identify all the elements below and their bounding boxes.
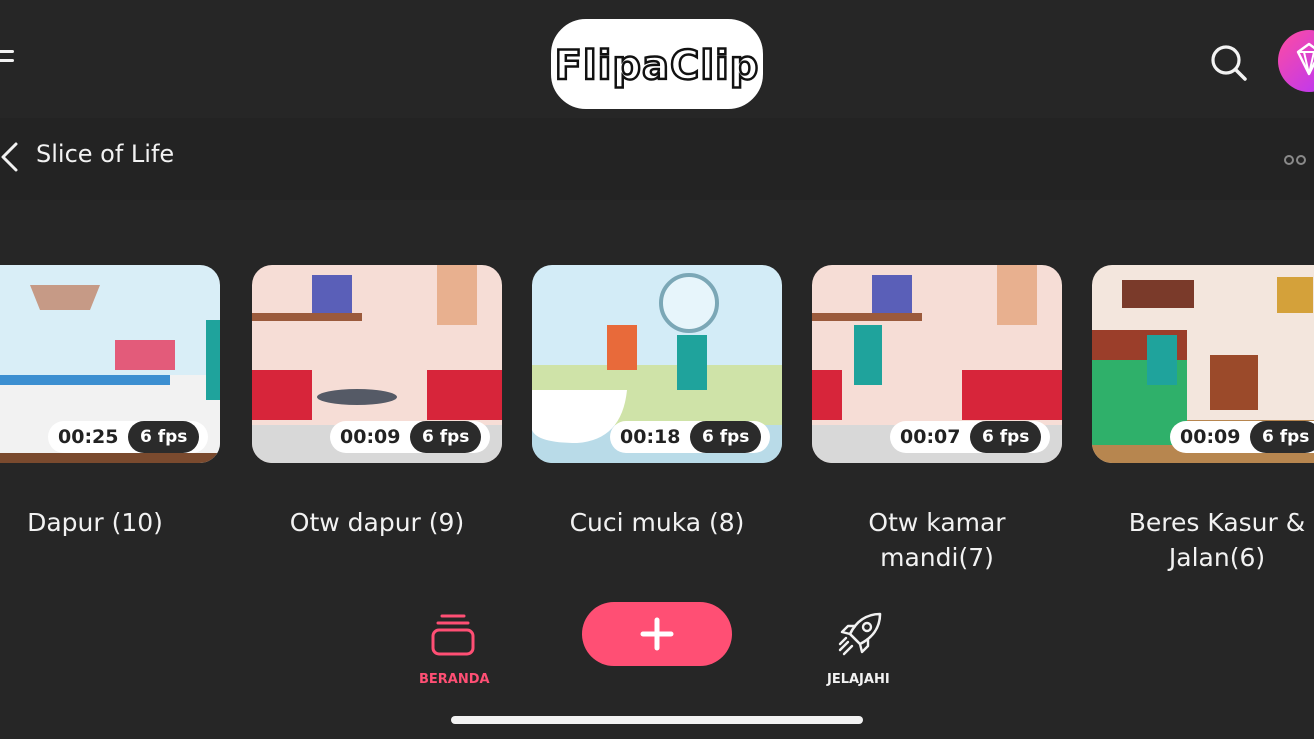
nav-home-label: BERANDA — [419, 672, 490, 687]
top-bar: FlipaClip — [0, 0, 1314, 118]
premium-button[interactable] — [1278, 30, 1314, 92]
duration: 00:18 — [620, 426, 681, 448]
rocket-icon[interactable] — [836, 610, 884, 658]
project-title[interactable]: Dapur (10) — [0, 505, 220, 540]
duration: 00:07 — [900, 426, 961, 448]
folder-title: Slice of Life — [36, 140, 175, 168]
back-icon[interactable] — [0, 141, 20, 173]
fps-badge: 6 fps — [690, 421, 762, 453]
svg-text:FlipaClip: FlipaClip — [555, 43, 760, 89]
project-card[interactable]: 00:25 6 fps — [0, 265, 220, 463]
project-title[interactable]: Cuci muka (8) — [532, 505, 782, 540]
project-title[interactable]: Beres Kasur & Jalan(6) — [1092, 505, 1314, 575]
fps-badge: 6 fps — [1250, 421, 1314, 453]
create-button[interactable] — [582, 602, 732, 666]
diamond-icon — [1296, 42, 1314, 76]
home-indicator — [451, 716, 863, 724]
project-card[interactable]: 00:18 6 fps — [532, 265, 782, 463]
duration: 00:09 — [1180, 426, 1241, 448]
project-title[interactable]: Otw kamar mandi(7) — [812, 505, 1062, 575]
app-logo: FlipaClip — [551, 19, 763, 109]
search-icon[interactable] — [1208, 42, 1248, 82]
duration: 00:25 — [58, 426, 119, 448]
project-card[interactable]: 00:09 6 fps — [252, 265, 502, 463]
fps-badge: 6 fps — [410, 421, 482, 453]
fps-badge: 6 fps — [128, 421, 200, 453]
plus-icon — [640, 617, 674, 651]
nav-explore-label[interactable]: JELAJAHI — [827, 672, 890, 687]
project-card[interactable]: 00:07 6 fps — [812, 265, 1062, 463]
stack-icon — [431, 614, 475, 656]
menu-icon[interactable] — [0, 50, 14, 68]
project-title[interactable]: Otw dapur (9) — [252, 505, 502, 540]
duration: 00:09 — [340, 426, 401, 448]
fps-badge: 6 fps — [970, 421, 1042, 453]
folder-bar — [0, 118, 1314, 200]
project-card[interactable]: 00:09 6 fps — [1092, 265, 1314, 463]
more-icon[interactable] — [1284, 150, 1314, 165]
